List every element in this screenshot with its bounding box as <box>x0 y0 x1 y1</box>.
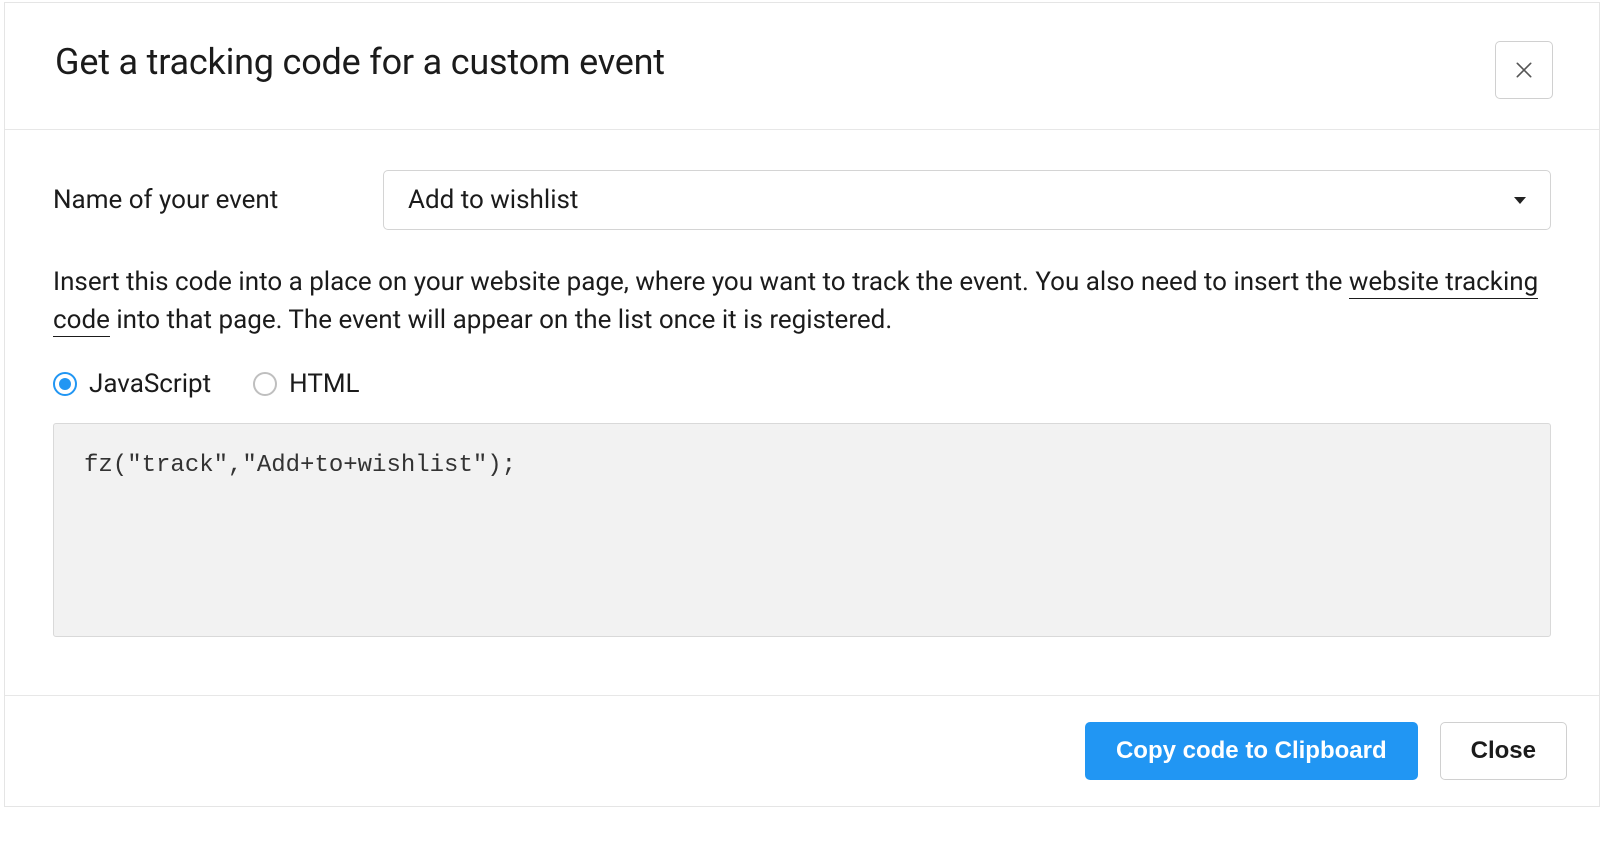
radio-html[interactable]: HTML <box>253 369 359 399</box>
tracking-code-dialog: Get a tracking code for a custom event N… <box>4 2 1600 807</box>
code-format-radio-group: JavaScript HTML <box>53 369 1551 399</box>
event-name-select-value: Add to wishlist <box>408 185 578 215</box>
radio-javascript-label: JavaScript <box>89 369 211 399</box>
instructions-text: Insert this code into a place on your we… <box>53 264 1551 339</box>
dialog-footer: Copy code to Clipboard Close <box>5 695 1599 806</box>
dialog-header: Get a tracking code for a custom event <box>5 3 1599 130</box>
close-icon <box>1514 60 1534 80</box>
event-name-select[interactable]: Add to wishlist <box>383 170 1551 230</box>
event-name-label: Name of your event <box>53 185 363 215</box>
radio-button-icon <box>53 372 77 396</box>
code-snippet-box[interactable]: fz("track","Add+to+wishlist"); <box>53 423 1551 637</box>
dialog-body: Name of your event Add to wishlist Inser… <box>5 130 1599 695</box>
radio-button-icon <box>253 372 277 396</box>
close-icon-button[interactable] <box>1495 41 1553 99</box>
dialog-title: Get a tracking code for a custom event <box>55 41 665 83</box>
instructions-pre: Insert this code into a place on your we… <box>53 267 1349 297</box>
close-button[interactable]: Close <box>1440 722 1567 780</box>
event-name-row: Name of your event Add to wishlist <box>53 170 1551 230</box>
copy-code-button[interactable]: Copy code to Clipboard <box>1085 722 1418 780</box>
instructions-post: into that page. The event will appear on… <box>110 305 892 335</box>
chevron-down-icon <box>1514 197 1526 204</box>
radio-javascript[interactable]: JavaScript <box>53 369 211 399</box>
radio-html-label: HTML <box>289 369 359 399</box>
